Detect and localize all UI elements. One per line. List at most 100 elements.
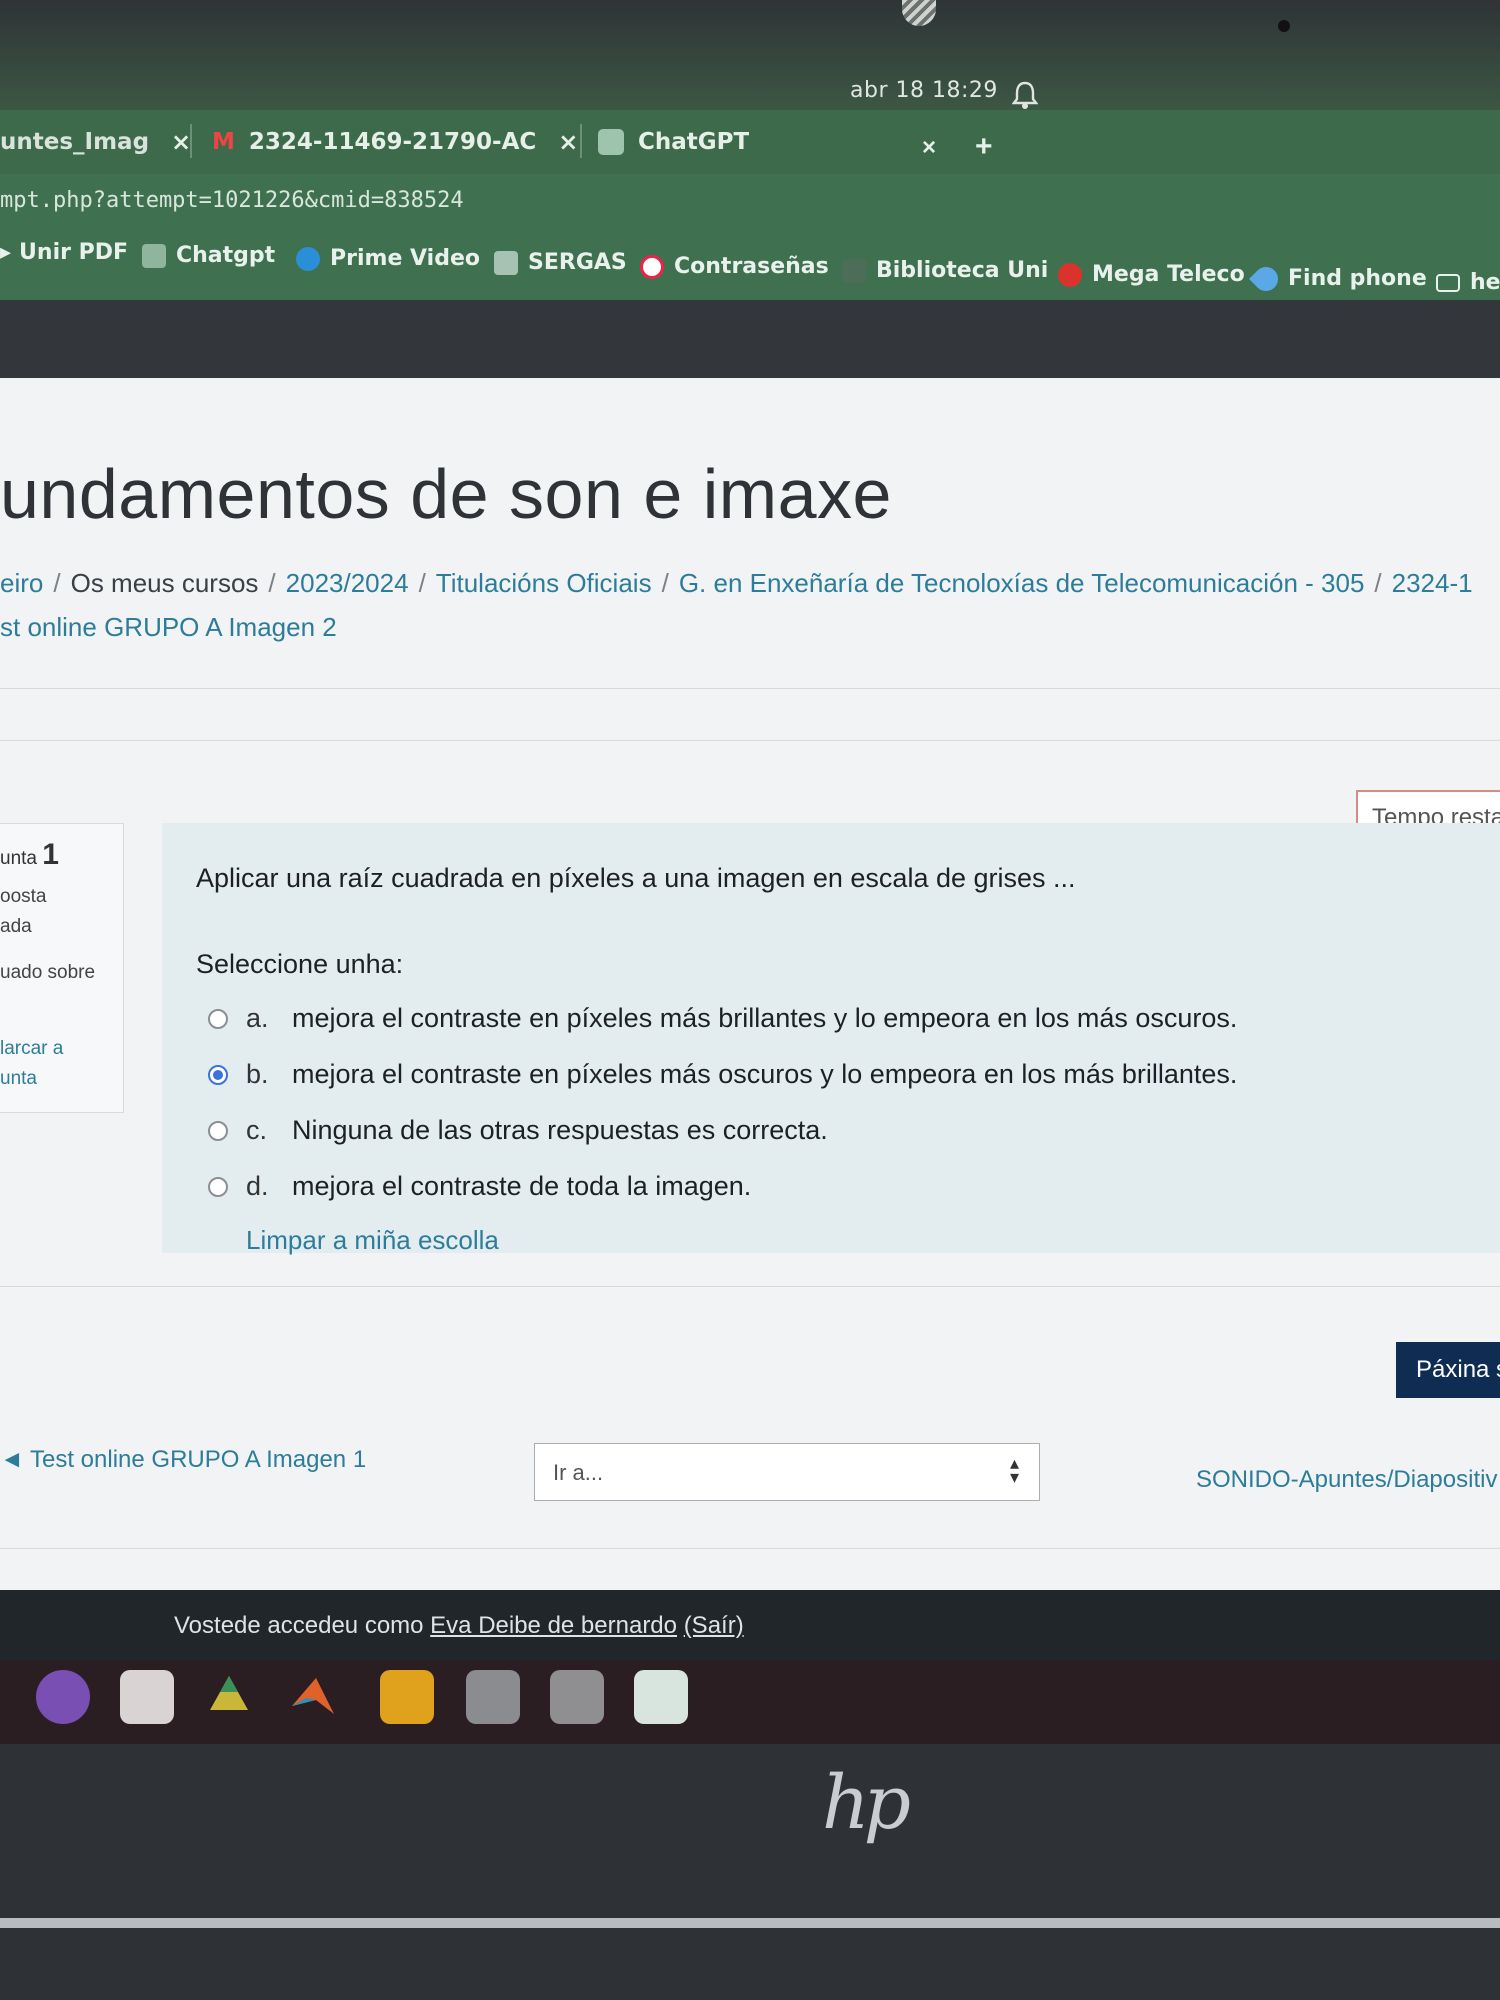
page-content: undamentos de son e imaxe eiro / Os meus c… (0, 378, 1500, 1593)
option-text: mejora el contraste en píxeles más oscur… (292, 1059, 1238, 1089)
question-card: Aplicar una raíz cuadrada en píxeles a u… (162, 823, 1500, 1256)
app-generic-icon[interactable] (466, 1670, 520, 1724)
bookmark-mega-teleco[interactable]: Mega Teleco (1058, 262, 1245, 287)
tab-label: 2324-11469-21790-AC (248, 129, 537, 155)
breadcrumb-item[interactable]: eiro (0, 568, 43, 598)
question-info-panel: unta 1 oosta ada uado sobre larcar a unt… (0, 823, 124, 1113)
tab-chatgpt[interactable]: ChatGPT (598, 110, 749, 174)
question-grade: uado sobre (0, 962, 96, 983)
tab-label: ChatGPT (638, 129, 750, 155)
webcam-dot (1278, 20, 1290, 32)
bookmark-unir-pdf[interactable]: ▸ Unir PDF (0, 240, 128, 265)
bookmark-label: Biblioteca Uni (876, 258, 1049, 283)
new-tab-plus-icon[interactable]: + (975, 130, 993, 164)
app-document-icon[interactable] (120, 1670, 174, 1724)
option-letter: d. (246, 1171, 269, 1201)
sergas-icon (494, 250, 518, 275)
breadcrumb-item[interactable]: 2023/2024 (286, 568, 409, 598)
divider (0, 688, 1500, 689)
next-activity-link[interactable]: SONIDO-Apuntes/Diapositiv (1196, 1466, 1497, 1494)
app-sigma-icon[interactable] (36, 1670, 90, 1724)
tab-label: untes_Imag (0, 129, 150, 155)
next-page-button[interactable]: Páxina s (1396, 1342, 1500, 1398)
divider (0, 740, 1500, 741)
app-recycle-icon[interactable] (634, 1670, 688, 1724)
tab-gmail[interactable]: M 2324-11469-21790-AC × (212, 110, 578, 174)
logout-link[interactable]: (Saír) (684, 1612, 744, 1639)
app-matlab-icon[interactable] (286, 1670, 340, 1724)
flag-question-link[interactable]: unta (0, 1068, 37, 1090)
question-status: ada (0, 916, 32, 937)
answer-prompt: Seleccione unha: (196, 949, 404, 979)
url-text[interactable]: mpt.php?attempt=1021226&cmid=838524 (0, 188, 464, 213)
bookmark-sergas[interactable]: SERGAS (494, 250, 627, 275)
clear-choice-link[interactable]: Limpar a miña escolla (246, 1225, 499, 1256)
app-calculator-icon[interactable] (380, 1670, 434, 1724)
bookmark-chatgpt[interactable]: Chatgpt (142, 243, 275, 268)
arrow-icon: ▸ (0, 240, 12, 265)
library-icon (842, 258, 866, 283)
tab-apuntes[interactable]: untes_Imag × (0, 110, 191, 174)
laptop-bezel (0, 1744, 1500, 2000)
tab-divider (190, 124, 192, 158)
laptop-edge (0, 1918, 1500, 1928)
bookmark-folder[interactable]: he (1436, 270, 1500, 295)
mega-icon (1058, 262, 1082, 287)
option-text: mejora el contraste en píxeles más brill… (292, 1003, 1238, 1033)
breadcrumb-item[interactable]: 2324-1 (1392, 568, 1473, 598)
close-icon[interactable]: × (558, 128, 578, 156)
radio-button[interactable] (208, 1120, 228, 1141)
radio-button[interactable] (208, 1176, 228, 1197)
app-drive-icon[interactable] (202, 1670, 256, 1724)
bookmark-prime-video[interactable]: Prime Video (296, 246, 480, 271)
breadcrumb-item[interactable]: Titulacións Oficiais (436, 568, 652, 598)
question-number: unta 1 (0, 838, 59, 871)
location-icon (1249, 261, 1283, 296)
gmail-icon: M (212, 129, 235, 155)
bookmark-label: Chatgpt (176, 243, 276, 268)
system-topbar (0, 0, 1500, 120)
option-letter: c. (246, 1115, 268, 1145)
option-letter: b. (246, 1059, 269, 1089)
select-arrows-icon: ▴ ▾ (1009, 1453, 1019, 1487)
breadcrumb-item[interactable]: st online GRUPO A Imagen 2 (0, 612, 337, 643)
radio-button-selected[interactable] (208, 1064, 228, 1085)
system-clock: abr 18 18:29 (850, 78, 998, 103)
option-text: mejora el contraste de toda la imagen. (292, 1171, 752, 1201)
option-letter: a. (246, 1003, 269, 1033)
previous-activity-link[interactable]: ◄ Test online GRUPO A Imagen 1 (0, 1446, 366, 1474)
chatgpt-icon (142, 243, 166, 268)
question-text: Aplicar una raíz cuadrada en píxeles a u… (196, 863, 1076, 893)
flag-question-link[interactable]: larcar a (0, 1038, 63, 1060)
bookmark-label: Unir PDF (19, 240, 129, 265)
tab-divider (580, 124, 582, 158)
jump-placeholder: Ir a... (553, 1460, 604, 1485)
hp-logo: hp (822, 1760, 911, 1846)
bookmark-label: he (1470, 270, 1500, 295)
breadcrumb-item[interactable]: Os meus cursos (71, 568, 259, 598)
answer-option-a[interactable]: a. mejora el contraste en píxeles más br… (208, 1003, 1237, 1034)
answer-option-d[interactable]: d. mejora el contraste de toda la imagen… (208, 1171, 751, 1202)
close-icon[interactable]: × (922, 134, 936, 162)
radio-button[interactable] (208, 1008, 228, 1029)
folder-icon (1436, 273, 1460, 292)
page-title: undamentos de son e imaxe (0, 455, 892, 533)
site-header-band (0, 300, 1500, 380)
answer-option-b[interactable]: b. mejora el contraste en píxeles más os… (208, 1059, 1237, 1090)
jump-to-select[interactable]: Ir a... ▴ ▾ (534, 1443, 1040, 1501)
divider (0, 1286, 1500, 1287)
bookmark-find-phone[interactable]: Find phone (1249, 261, 1427, 296)
page-footer: Vostede accedeu como Eva Deibe de bernar… (0, 1590, 1500, 1660)
bookmark-contrasenas[interactable]: Contraseñas (640, 254, 829, 279)
question-status: oosta (0, 886, 47, 907)
bookmark-label: Find phone (1288, 266, 1427, 291)
answer-option-c[interactable]: c. Ninguna de las otras respuestas es co… (208, 1115, 828, 1146)
bookmark-label: Contraseñas (674, 254, 829, 279)
footer-prefix: Vostede accedeu como (174, 1612, 431, 1639)
user-profile-link[interactable]: Eva Deibe de bernardo (430, 1612, 677, 1639)
close-icon[interactable]: × (171, 128, 191, 156)
breadcrumb-item[interactable]: G. en Enxeñaría de Tecnoloxías de Teleco… (679, 568, 1365, 598)
bookmark-biblioteca[interactable]: Biblioteca Uni (842, 258, 1048, 283)
app-ssd-icon[interactable] (550, 1670, 604, 1724)
bell-icon[interactable] (1011, 80, 1039, 110)
